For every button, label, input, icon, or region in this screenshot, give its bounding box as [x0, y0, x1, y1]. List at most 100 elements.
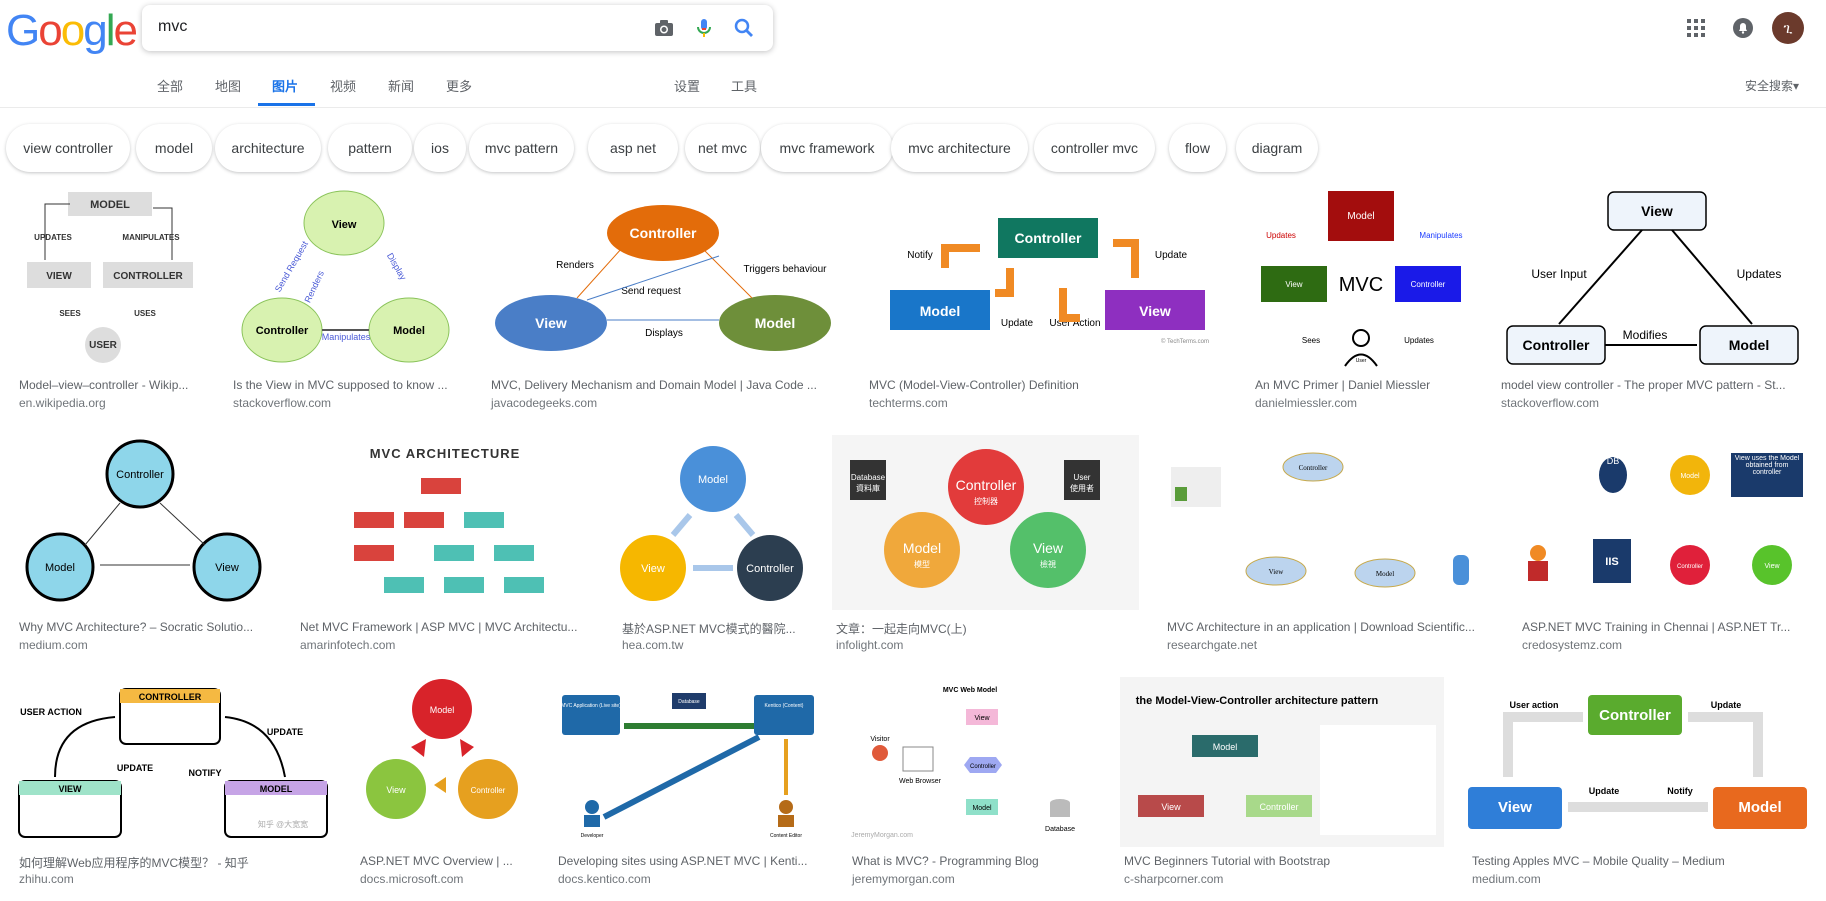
search-box[interactable]: mvc: [142, 5, 773, 51]
tab-more[interactable]: 更多: [446, 76, 472, 95]
chip[interactable]: mvc pattern: [469, 124, 574, 172]
diagram-label: NOTIFY: [189, 768, 222, 778]
chip[interactable]: architecture: [215, 124, 321, 172]
diagram-label: USER: [89, 340, 118, 351]
chip[interactable]: model: [136, 124, 212, 172]
result-thumbnail[interactable]: MVC Web Model Visitor Web Browser View C…: [848, 677, 1096, 847]
result-source[interactable]: researchgate.net: [1167, 638, 1257, 652]
result-source[interactable]: infolight.com: [836, 638, 903, 652]
result-title[interactable]: MVC (Model-View-Controller) Definition: [869, 378, 1225, 392]
chip[interactable]: mvc architecture: [891, 124, 1028, 172]
diagram-label: UPDATE: [117, 763, 153, 773]
result-thumbnail[interactable]: View Send Request Display Renders Contro…: [229, 188, 463, 368]
tab-videos[interactable]: 视频: [330, 76, 356, 95]
result-thumbnail[interactable]: Controller View Model: [1163, 435, 1494, 610]
apps-grid-icon[interactable]: [1686, 18, 1706, 38]
result-title[interactable]: model view controller - The proper MVC p…: [1501, 378, 1805, 392]
result-title[interactable]: Testing Apples MVC – Mobile Quality – Me…: [1472, 854, 1805, 868]
result-thumbnail[interactable]: DB Model View uses the Model obtained fr…: [1518, 435, 1807, 610]
diagram-label: Model: [1347, 211, 1374, 222]
result-title[interactable]: ASP.NET MVC Training in Chennai | ASP.NE…: [1522, 620, 1805, 634]
result-source[interactable]: medium.com: [19, 638, 88, 652]
tab-images[interactable]: 图片: [272, 76, 298, 95]
chip[interactable]: ios: [414, 124, 466, 172]
chip[interactable]: flow: [1169, 124, 1226, 172]
result-thumbnail[interactable]: MVC Application (Live site) Database Ken…: [554, 677, 824, 847]
result-title[interactable]: Model–view–controller - Wikip...: [19, 378, 203, 392]
result-source[interactable]: stackoverflow.com: [1501, 396, 1599, 410]
diagram-label: Model: [755, 315, 795, 331]
result-thumbnail[interactable]: Model Updates Manipulates View MVC Contr…: [1251, 188, 1473, 368]
result-title[interactable]: ASP.NET MVC Overview | ...: [360, 854, 528, 868]
tab-news[interactable]: 新闻: [388, 76, 414, 95]
diagram-label: Controller: [471, 786, 506, 795]
result-source[interactable]: docs.microsoft.com: [360, 872, 463, 886]
result-source[interactable]: jeremymorgan.com: [852, 872, 955, 886]
result-source[interactable]: medium.com: [1472, 872, 1541, 886]
result-source[interactable]: techterms.com: [869, 396, 948, 410]
result-thumbnail[interactable]: Controller Renders Triggers behaviour Se…: [487, 188, 841, 368]
chip[interactable]: mvc framework: [761, 124, 893, 172]
result-title[interactable]: MVC Beginners Tutorial with Bootstrap: [1124, 854, 1442, 868]
result-title[interactable]: MVC, Delivery Mechanism and Domain Model…: [491, 378, 839, 392]
result-source[interactable]: javacodegeeks.com: [491, 396, 597, 410]
result-title[interactable]: What is MVC? - Programming Blog: [852, 854, 1094, 868]
result-title[interactable]: MVC Architecture in an application | Dow…: [1167, 620, 1492, 634]
result-title[interactable]: Is the View in MVC supposed to know ...: [233, 378, 461, 392]
chip[interactable]: controller mvc: [1034, 124, 1155, 172]
result-title[interactable]: 如何理解Web应用程序的MVC模型？ - 知乎: [19, 854, 330, 871]
result-source[interactable]: hea.com.tw: [622, 638, 683, 652]
diagram-label: Model: [45, 562, 75, 574]
result-title[interactable]: An MVC Primer | Daniel Miessler: [1255, 378, 1471, 392]
result-thumbnail[interactable]: Database 資料庫 Controller 控制器 User 使用者 Model 模…: [832, 435, 1139, 610]
result-title[interactable]: 基於ASP.NET MVC模式的醫院...: [622, 620, 806, 637]
avatar[interactable]: ጊ: [1772, 12, 1804, 44]
result-thumbnail[interactable]: Controller Model View: [15, 435, 272, 610]
result-thumbnail[interactable]: View User Input Updates Controller Modif…: [1497, 188, 1807, 368]
result-thumbnail[interactable]: the Model-View-Controller architecture p…: [1120, 677, 1444, 847]
mic-icon[interactable]: [692, 16, 716, 40]
result-source[interactable]: credosystemz.com: [1522, 638, 1622, 652]
chip[interactable]: asp net: [588, 124, 678, 172]
diagram-label: View: [1641, 203, 1673, 219]
google-logo[interactable]: Google: [6, 6, 138, 56]
tab-settings[interactable]: 设置: [674, 76, 700, 95]
diagram-label: Controller: [1599, 707, 1671, 724]
chip[interactable]: view controller: [6, 124, 130, 172]
result-thumbnail[interactable]: MODEL UPDATES MANIPULATES VIEW CONTROLLE…: [15, 188, 205, 368]
result-source[interactable]: stackoverflow.com: [233, 396, 331, 410]
result-thumbnail[interactable]: CONTROLLER USER ACTION UPDATE UPDATE NOT…: [15, 677, 332, 847]
diagram-label: View: [974, 715, 990, 722]
chip[interactable]: pattern: [328, 124, 412, 172]
diagram-label: View: [1764, 563, 1780, 570]
diagram-label: VIEW: [46, 271, 72, 282]
search-icon[interactable]: [732, 16, 756, 40]
tab-all[interactable]: 全部: [157, 76, 183, 95]
camera-icon[interactable]: [652, 16, 676, 40]
result-title[interactable]: Why MVC Architecture? – Socratic Solutio…: [19, 620, 270, 634]
result-source[interactable]: docs.kentico.com: [558, 872, 651, 886]
diagram-label: Controller: [956, 477, 1017, 493]
result-source[interactable]: zhihu.com: [19, 872, 74, 886]
notifications-icon[interactable]: [1732, 17, 1754, 39]
result-thumbnail[interactable]: MVC ARCHITECTURE: [296, 435, 594, 610]
chip[interactable]: net mvc: [685, 124, 760, 172]
result-thumbnail[interactable]: Model View Controller: [618, 435, 808, 610]
result-source[interactable]: amarinfotech.com: [300, 638, 395, 652]
safe-search-toggle[interactable]: 安全搜索▾: [1745, 77, 1799, 94]
result-source[interactable]: danielmiessler.com: [1255, 396, 1357, 410]
result-title[interactable]: Net MVC Framework | ASP MVC | MVC Archit…: [300, 620, 592, 634]
tab-maps[interactable]: 地图: [215, 76, 241, 95]
diagram-label: MODEL: [260, 784, 293, 794]
result-thumbnail[interactable]: Model View Controller: [356, 677, 530, 847]
tab-tools[interactable]: 工具: [731, 76, 757, 95]
diagram-label: Model: [1376, 570, 1394, 578]
search-input[interactable]: mvc: [158, 18, 187, 36]
result-source[interactable]: c-sharpcorner.com: [1124, 872, 1223, 886]
result-source[interactable]: en.wikipedia.org: [19, 396, 106, 410]
result-title[interactable]: Developing sites using ASP.NET MVC | Ken…: [558, 854, 822, 868]
result-thumbnail[interactable]: Notify Controller Update Model Update Us…: [865, 188, 1227, 368]
result-thumbnail[interactable]: User action Controller Update View Updat…: [1468, 677, 1807, 847]
chip[interactable]: diagram: [1236, 124, 1318, 172]
result-title[interactable]: 文章：一起走向MVC(上): [836, 620, 1137, 637]
